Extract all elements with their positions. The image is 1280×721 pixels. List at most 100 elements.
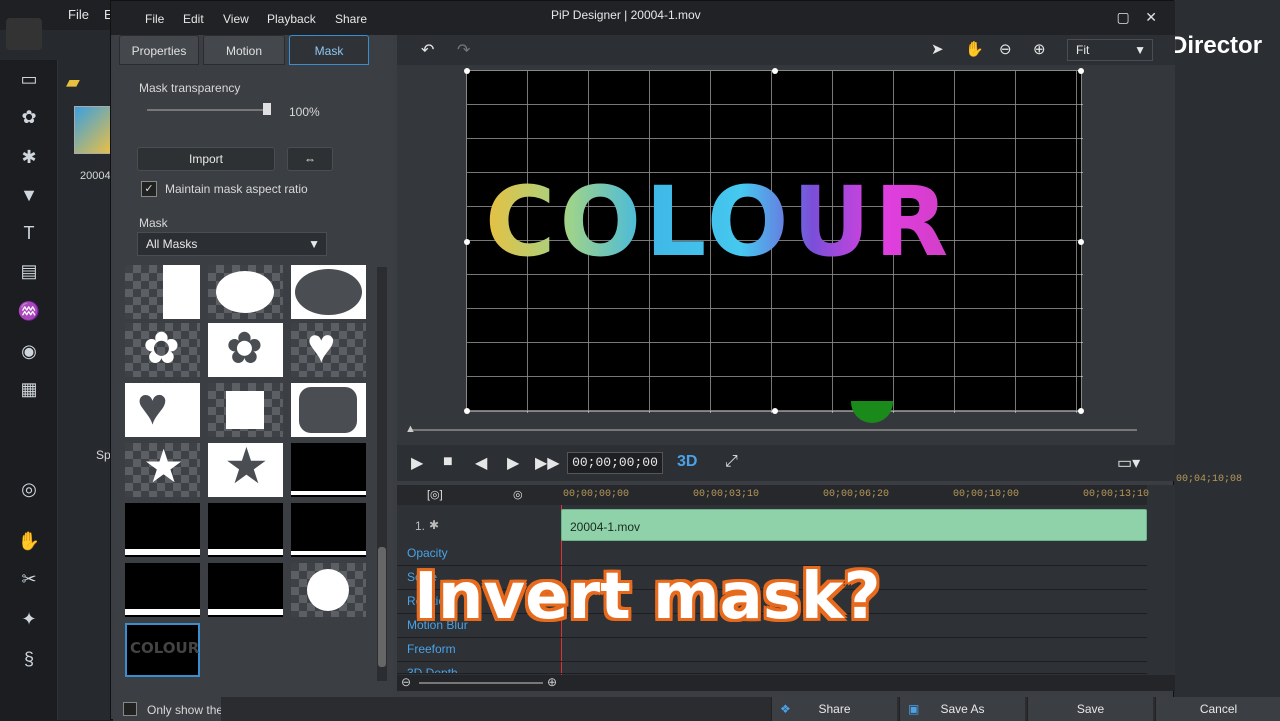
video-clip[interactable]: 20004-1.mov <box>561 509 1147 541</box>
mask-thumb[interactable]: ♥ <box>291 320 366 377</box>
media-thumbnail[interactable] <box>74 106 114 154</box>
menu-share[interactable]: Share <box>335 12 367 26</box>
audio-mixer-icon[interactable]: ♒ <box>14 298 44 324</box>
menu-view[interactable]: View <box>223 12 249 26</box>
capture-icon[interactable]: ▭ <box>14 66 44 92</box>
zoom-out-icon[interactable]: ⊖ <box>999 40 1012 58</box>
ruler-tick: 00;00;06;20 <box>823 489 890 500</box>
hand-tool-icon[interactable]: ✋ <box>965 40 984 58</box>
maintain-ratio-checkbox[interactable]: ✓ <box>141 181 157 197</box>
3d-mode-button[interactable]: 3D <box>677 453 697 471</box>
transparency-slider-track[interactable] <box>147 109 271 111</box>
mask-thumb[interactable] <box>208 383 283 437</box>
mask-thumb[interactable]: ★ <box>125 440 200 497</box>
menu-file[interactable]: File <box>145 12 164 26</box>
timeline-ruler[interactable]: 00;00;00;00 00;00;03;10 00;00;06;20 00;0… <box>561 485 1149 505</box>
mask-thumb[interactable] <box>208 563 283 617</box>
resize-handle[interactable] <box>464 239 470 245</box>
zoom-in-icon[interactable]: ⊕ <box>547 675 557 689</box>
import-button[interactable]: Import <box>137 147 275 171</box>
next-frame-icon[interactable]: ▶ <box>507 453 519 473</box>
zoom-fit-dropdown[interactable]: Fit ▼ <box>1067 39 1153 61</box>
resize-handle[interactable] <box>1078 68 1084 74</box>
mask-thumb[interactable] <box>208 503 283 557</box>
zoom-in-icon[interactable]: ⊕ <box>1033 40 1046 58</box>
undo-icon[interactable]: ↶ <box>421 40 434 60</box>
resize-handle[interactable] <box>464 68 470 74</box>
mask-thumb[interactable]: ✿ <box>125 323 200 377</box>
zoom-out-icon[interactable]: ⊖ <box>401 675 411 689</box>
select-tool-icon[interactable]: ➤ <box>931 40 944 58</box>
mask-category-dropdown[interactable]: All Masks ▼ <box>137 232 327 256</box>
mask-thumb[interactable] <box>291 383 366 437</box>
scissor-icon[interactable]: ✂ <box>14 566 44 592</box>
fullscreen-icon[interactable]: ⤢ <box>725 453 738 471</box>
scrubber-thumb[interactable]: ▲ <box>405 423 416 435</box>
scrollbar-thumb[interactable] <box>378 547 386 667</box>
bg-settings-icon[interactable]: ◎ <box>14 476 44 502</box>
track-label: Freeform <box>407 642 456 656</box>
resize-handle[interactable] <box>464 408 470 414</box>
timeline-zoom-slider[interactable] <box>419 682 543 684</box>
mask-thumb[interactable] <box>291 443 366 497</box>
keyframe-track-3d-depth[interactable]: 3D Depth <box>397 662 1147 674</box>
hand-icon[interactable]: ✋ <box>14 528 44 554</box>
display-mode-icon[interactable]: ▭▾ <box>1117 453 1140 473</box>
menu-playback[interactable]: Playback <box>267 12 316 26</box>
mask-label: Mask <box>139 216 168 230</box>
preview-scrubber[interactable] <box>409 429 1137 431</box>
transparency-slider-thumb[interactable] <box>263 103 271 115</box>
play-icon[interactable]: ▶ <box>411 453 423 473</box>
share-button[interactable]: ❖ Share <box>771 697 897 721</box>
tab-properties[interactable]: Properties <box>119 35 199 65</box>
resize-handle[interactable] <box>772 408 778 414</box>
resize-handle[interactable] <box>1078 408 1084 414</box>
cancel-button[interactable]: Cancel <box>1155 697 1280 721</box>
title-icon[interactable]: T <box>14 220 44 246</box>
transition-icon[interactable]: ▤ <box>14 258 44 284</box>
menu-edit[interactable]: Edit <box>183 12 204 26</box>
mask-thumb[interactable] <box>125 563 200 617</box>
effects-icon[interactable]: ✿ <box>14 104 44 130</box>
save-button[interactable]: Save <box>1027 697 1153 721</box>
mask-thumb[interactable] <box>291 563 366 617</box>
redo-icon[interactable]: ↷ <box>457 40 470 60</box>
mask-thumb[interactable] <box>291 503 366 557</box>
mask-thumb[interactable]: ✿ <box>208 323 283 377</box>
mask-thumb[interactable] <box>291 265 366 319</box>
mask-grid-scrollbar[interactable] <box>377 267 387 681</box>
previous-frame-icon[interactable]: ◀ <box>475 453 487 473</box>
power-tools-icon[interactable]: § <box>14 646 44 672</box>
close-icon[interactable]: ✕ <box>1145 9 1157 25</box>
voice-icon[interactable]: ◉ <box>14 338 44 364</box>
stop-icon[interactable]: ■ <box>443 453 453 471</box>
magic-icon[interactable]: ✦ <box>14 606 44 632</box>
resize-handle[interactable] <box>772 68 778 74</box>
keyframe-track-freeform[interactable]: Freeform <box>397 638 1147 662</box>
clock-icon[interactable]: ◎ <box>513 488 523 501</box>
tab-motion[interactable]: Motion <box>203 35 285 65</box>
save-as-button[interactable]: ▣ Save As <box>899 697 1025 721</box>
bg-menu-file[interactable]: File <box>68 7 89 22</box>
bottom-bar: ❖ Share ▣ Save As Save Cancel <box>221 697 1280 721</box>
rotate-handle[interactable] <box>851 401 893 423</box>
mask-thumb[interactable] <box>125 503 200 557</box>
particle-icon[interactable]: ▼ <box>14 182 44 208</box>
mask-thumb-selected[interactable]: COLOUR <box>125 623 200 677</box>
properties-panel: Properties Motion Mask Mask transparency… <box>113 35 393 721</box>
folder-icon[interactable]: ▰ <box>66 72 80 93</box>
tab-mask[interactable]: Mask <box>289 35 369 65</box>
maximize-icon[interactable]: ▢ <box>1116 9 1129 25</box>
chapter-icon[interactable]: ▦ <box>14 376 44 402</box>
mask-thumb[interactable]: ♥ <box>125 378 200 437</box>
resize-handle[interactable] <box>1078 239 1084 245</box>
keyframe-nav-icon[interactable]: [◎] <box>427 488 443 501</box>
mask-thumb[interactable]: ★ <box>208 438 283 497</box>
preview-canvas[interactable]: COLOUR <box>464 68 1084 423</box>
pip-icon[interactable]: ✱ <box>14 144 44 170</box>
mask-thumb[interactable] <box>125 265 200 319</box>
only-selected-checkbox[interactable] <box>123 702 137 716</box>
fast-forward-icon[interactable]: ▶▶ <box>535 453 560 473</box>
swap-icon[interactable]: ⇔ <box>287 147 333 171</box>
mask-thumb[interactable] <box>208 265 283 319</box>
